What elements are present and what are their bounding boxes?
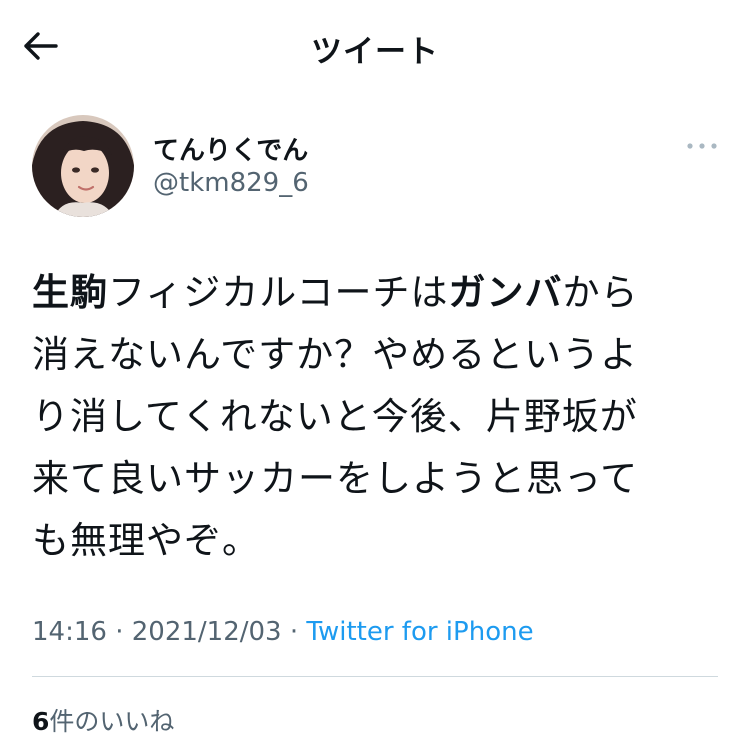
tweet-time[interactable]: 14:16 (32, 617, 107, 647)
tweet-text-segment: フィジカルコーチは (108, 271, 449, 314)
likes-label: 件のいいね (49, 707, 175, 736)
tweet-text: 生駒フィジカルコーチはガンバから 消えないんですか？やめるというよ り消してくれ… (32, 262, 722, 572)
tweet-text-segment: 生駒 (32, 271, 108, 314)
tweet-meta: 14:16 · 2021/12/03 · Twitter for iPhone (32, 617, 534, 647)
likes-summary[interactable]: 6件のいいね (32, 702, 174, 738)
tweet-text-segment: から 消えないんですか？やめるというよ り消してくれないと今後、片野坂が 来て良… (32, 271, 639, 562)
tweet-date[interactable]: 2021/12/03 (132, 617, 282, 647)
tweet-text-segment: ガンバ (448, 271, 563, 314)
likes-count: 6 (32, 707, 50, 736)
page-title: ツイート (311, 34, 439, 70)
author-name[interactable]: てんりくでん (153, 130, 308, 167)
divider (32, 676, 718, 677)
separator-dot: · (289, 617, 299, 647)
avatar[interactable] (32, 115, 134, 217)
separator-dot: · (115, 617, 124, 647)
more-options-icon[interactable] (686, 138, 718, 154)
tweet-source-link[interactable]: Twitter for iPhone (306, 617, 533, 647)
header: ツイート (0, 0, 750, 90)
author-handle[interactable]: @tkm829_6 (153, 168, 309, 198)
